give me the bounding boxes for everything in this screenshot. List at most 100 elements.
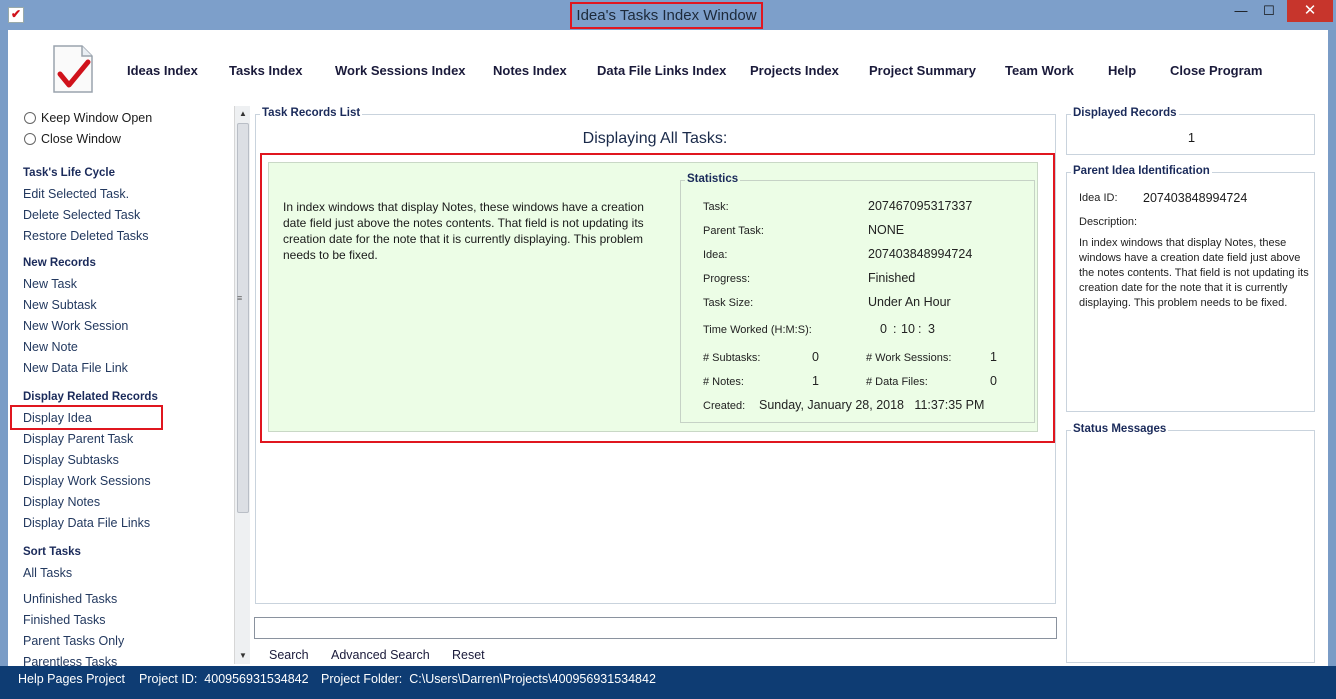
progress-label: Progress: xyxy=(703,273,751,285)
new-task-link[interactable]: New Task xyxy=(23,277,77,291)
maximize-button[interactable]: ☐ xyxy=(1256,0,1282,22)
status-project-id: Project ID: 400956931534842 xyxy=(139,672,309,686)
section-sort-heading: Sort Tasks xyxy=(23,546,81,558)
menu-work-sessions-index[interactable]: Work Sessions Index xyxy=(335,63,466,78)
minimize-button[interactable]: — xyxy=(1228,0,1254,22)
data-files-count-value: 0 xyxy=(990,374,997,388)
sort-unfinished-tasks-link[interactable]: Unfinished Tasks xyxy=(23,592,117,606)
sort-parentless-tasks-link[interactable]: Parentless Tasks xyxy=(23,655,117,666)
idea-id-value: 207403848994724 xyxy=(1143,191,1248,205)
time-seconds-value: 3 xyxy=(928,322,935,336)
close-window-radio[interactable]: Close Window xyxy=(24,132,121,146)
subtasks-count-label: # Subtasks: xyxy=(703,352,761,364)
notes-count-label: # Notes: xyxy=(703,376,744,388)
menu-tasks-index[interactable]: Tasks Index xyxy=(229,63,302,78)
time-separator: : xyxy=(918,322,922,336)
display-work-sessions-link[interactable]: Display Work Sessions xyxy=(23,474,151,488)
status-project-name: Help Pages Project xyxy=(18,672,126,686)
parent-task-value: NONE xyxy=(868,223,905,237)
time-worked-label: Time Worked (H:M:S): xyxy=(703,324,812,336)
radio-circle-icon xyxy=(24,112,36,124)
menu-team-work[interactable]: Team Work xyxy=(1005,63,1074,78)
radio-circle-icon xyxy=(24,133,36,145)
parent-task-label: Parent Task: xyxy=(703,225,764,237)
new-subtask-link[interactable]: New Subtask xyxy=(23,298,97,312)
task-id-value: 207467095317337 xyxy=(868,199,973,213)
scrollbar-grip-icon: ≡ xyxy=(237,293,243,303)
task-note-text: In index windows that display Notes, the… xyxy=(283,200,644,262)
close-window-button[interactable]: ✕ xyxy=(1287,0,1333,22)
displaying-title: Displaying All Tasks: xyxy=(582,130,728,147)
status-messages-label: Status Messages xyxy=(1071,423,1169,435)
displayed-records-group: Displayed Records 1 xyxy=(1066,107,1315,155)
sidebar: Keep Window Open Close Window Task's Lif… xyxy=(8,104,234,666)
statistics-label: Statistics xyxy=(685,173,741,185)
displayed-records-count: 1 xyxy=(1187,130,1196,145)
delete-selected-task-link[interactable]: Delete Selected Task xyxy=(23,208,140,222)
time-hours-value: 0 xyxy=(880,322,887,336)
time-separator: : xyxy=(893,322,897,336)
task-size-value: Under An Hour xyxy=(868,295,951,309)
notes-count-value: 1 xyxy=(812,374,819,388)
document-check-logo-icon xyxy=(53,45,93,93)
sort-all-tasks-link[interactable]: All Tasks xyxy=(23,566,72,580)
progress-value: Finished xyxy=(868,271,916,285)
title-bar: Idea's Tasks Index Window — ☐ ✕ xyxy=(0,0,1336,30)
menu-ideas-index[interactable]: Ideas Index xyxy=(127,63,198,78)
work-sessions-count-value: 1 xyxy=(990,350,997,364)
window-title: Idea's Tasks Index Window xyxy=(570,2,763,29)
display-data-file-links-link[interactable]: Display Data File Links xyxy=(23,516,150,530)
advanced-search-button[interactable]: Advanced Search xyxy=(331,648,430,662)
section-new-records-heading: New Records xyxy=(23,257,96,269)
display-idea-link[interactable]: Display Idea xyxy=(23,411,92,425)
display-parent-task-link[interactable]: Display Parent Task xyxy=(23,432,133,446)
created-value: Sunday, January 28, 2018 11:37:35 PM xyxy=(759,398,985,412)
sort-finished-tasks-link[interactable]: Finished Tasks xyxy=(23,613,105,627)
subtasks-count-value: 0 xyxy=(812,350,819,364)
display-subtasks-link[interactable]: Display Subtasks xyxy=(23,453,119,467)
idea-label: Idea: xyxy=(703,249,728,261)
window-client-area: Ideas Index Tasks Index Work Sessions In… xyxy=(8,30,1328,666)
created-label: Created: xyxy=(703,400,746,412)
sidebar-scrollbar[interactable]: ▲ ≡ ▼ xyxy=(234,106,250,664)
menu-project-summary[interactable]: Project Summary xyxy=(869,63,976,78)
edit-selected-task-link[interactable]: Edit Selected Task. xyxy=(23,187,129,201)
search-button[interactable]: Search xyxy=(269,648,309,662)
displayed-records-label: Displayed Records xyxy=(1071,107,1179,119)
new-data-file-link-link[interactable]: New Data File Link xyxy=(23,361,128,375)
display-notes-link[interactable]: Display Notes xyxy=(23,495,100,509)
task-record-card[interactable]: In index windows that display Notes, the… xyxy=(268,162,1038,432)
new-work-session-link[interactable]: New Work Session xyxy=(23,319,128,333)
parent-idea-group: Parent Idea Identification Idea ID: 2074… xyxy=(1066,165,1315,412)
restore-deleted-tasks-link[interactable]: Restore Deleted Tasks xyxy=(23,229,149,243)
status-bar: Help Pages Project Project ID: 400956931… xyxy=(0,666,1336,699)
task-records-list-label: Task Records List xyxy=(260,107,363,119)
menu-help[interactable]: Help xyxy=(1108,63,1136,78)
description-label: Description: xyxy=(1079,216,1138,228)
task-id-label: Task: xyxy=(703,201,729,213)
app-icon xyxy=(8,7,24,23)
search-input[interactable] xyxy=(254,617,1057,639)
description-text: In index windows that display Notes, the… xyxy=(1079,237,1309,309)
work-sessions-count-label: # Work Sessions: xyxy=(866,352,952,364)
menu-data-file-links-index[interactable]: Data File Links Index xyxy=(597,63,726,78)
scrollbar-thumb[interactable] xyxy=(237,123,249,513)
scroll-down-arrow-icon[interactable]: ▼ xyxy=(235,648,251,664)
data-files-count-label: # Data Files: xyxy=(866,376,928,388)
menu-projects-index[interactable]: Projects Index xyxy=(750,63,839,78)
section-lifecycle-heading: Task's Life Cycle xyxy=(23,167,116,179)
keep-window-open-radio[interactable]: Keep Window Open xyxy=(24,111,152,125)
new-note-link[interactable]: New Note xyxy=(23,340,78,354)
status-messages-group: Status Messages xyxy=(1066,423,1315,663)
section-related-heading: Display Related Records xyxy=(23,391,158,403)
idea-value: 207403848994724 xyxy=(868,247,973,261)
scroll-up-arrow-icon[interactable]: ▲ xyxy=(235,106,251,122)
menu-close-program[interactable]: Close Program xyxy=(1170,63,1262,78)
parent-idea-label: Parent Idea Identification xyxy=(1071,165,1212,177)
reset-button[interactable]: Reset xyxy=(452,648,485,662)
time-minutes-value: 10 xyxy=(901,322,915,336)
menu-notes-index[interactable]: Notes Index xyxy=(493,63,567,78)
sort-parent-tasks-only-link[interactable]: Parent Tasks Only xyxy=(23,634,124,648)
status-project-folder: Project Folder: C:\Users\Darren\Projects… xyxy=(321,672,656,686)
task-size-label: Task Size: xyxy=(703,297,754,309)
